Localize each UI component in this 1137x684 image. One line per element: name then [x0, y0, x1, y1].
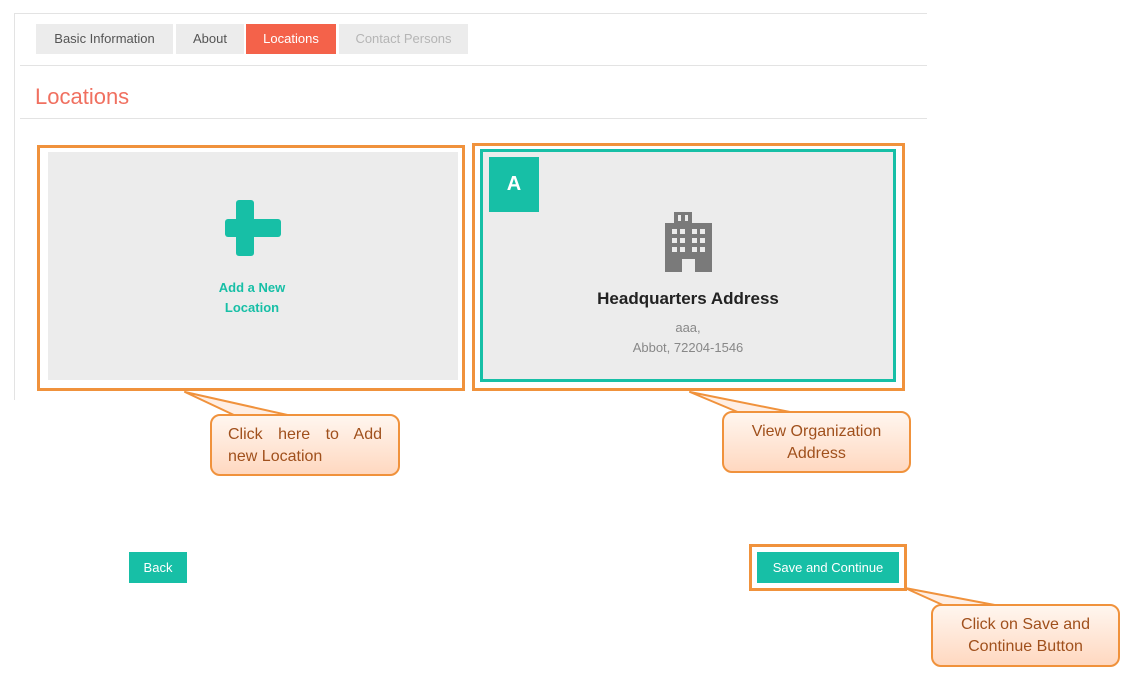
- back-button[interactable]: Back: [129, 552, 187, 583]
- callout-view-address-line2: Address: [787, 445, 846, 462]
- callout-save-line1: Click on Save and: [961, 616, 1090, 633]
- callout-add-location: Click here to Add new Location: [210, 414, 400, 476]
- callout-save-continue: Click on Save and Continue Button: [931, 604, 1120, 667]
- save-and-continue-button[interactable]: Save and Continue: [757, 552, 899, 583]
- callout-save-line2: Continue Button: [968, 638, 1083, 655]
- callout-view-address: View Organization Address: [722, 411, 911, 473]
- callout-view-address-line1: View Organization: [751, 423, 882, 440]
